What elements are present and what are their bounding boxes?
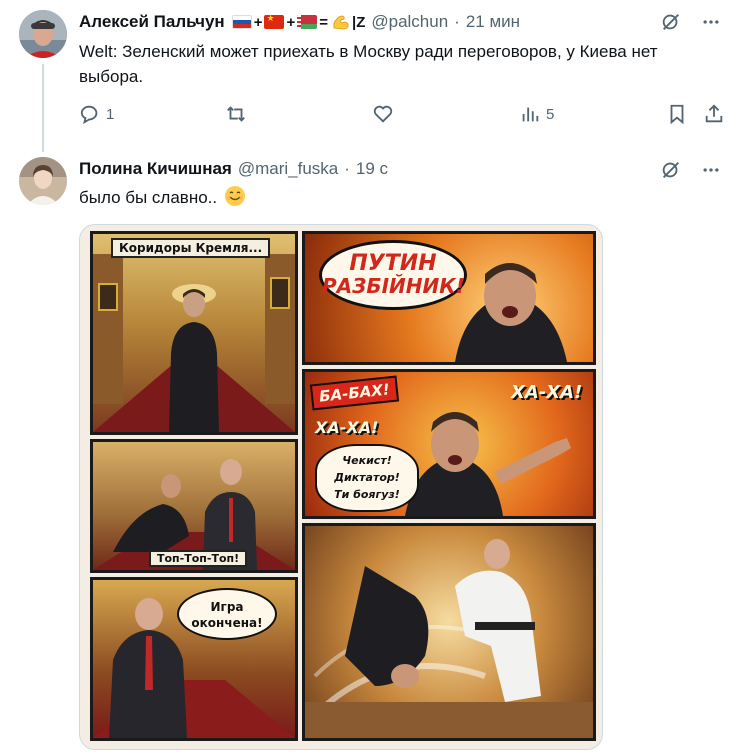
like-icon [373,105,393,123]
views-icon [522,107,539,122]
tweet-1-header: Алексей Пальчун + + = |Z @palchun · 21 м… [79,11,520,33]
author-handle[interactable]: @mari_fuska [238,159,338,179]
panel3-haha-right: ХА-ХА! [511,382,583,403]
tweet-text: было бы славно.. [79,185,719,210]
panel3-haha-left: ХА-ХА! [315,418,379,437]
panel3-speech-line2: Диктатор! [334,471,400,484]
panel3-speech-bubble: Чекист! Диктатор! Ти боягуз! [315,444,419,512]
grok-icon[interactable] [659,158,683,182]
china-flag-icon [264,15,285,29]
flag-separator: + [286,13,296,31]
name-flags: + + = |Z [231,13,366,31]
comic-panel-judo [302,523,596,741]
tweet-time[interactable]: 19 с [356,159,388,179]
panel5-bubble-line1: Игра [210,600,244,614]
like-button[interactable] [372,103,394,125]
panel2-bubble-line2: РАЗБІЙНИК! [322,274,465,298]
avatar-mari-fuska[interactable] [19,157,67,205]
tweet-1-actions: 1 5 [79,103,729,129]
thread-line [42,64,44,152]
author-handle[interactable]: @palchun [371,12,448,32]
flag-separator: + [253,13,263,31]
panel2-bubble-line1: ПУТИН [349,251,437,276]
retweet-button[interactable] [225,103,247,125]
russia-flag-icon [231,15,252,29]
comic-panel-corridor: Коридоры Кремля... [90,231,298,435]
dot-separator: · [344,159,350,178]
panel5-bubble-line2: окончена! [191,616,263,630]
flag-separator: = [319,13,328,31]
more-icon[interactable] [699,158,723,182]
dot-separator: · [454,12,460,31]
share-button[interactable] [703,103,725,125]
bookmark-icon [670,104,684,125]
tweet-1[interactable]: Алексей Пальчун + + = |Z @palchun · 21 м… [0,0,741,152]
comic-panel-game-over: Игра окончена! [90,577,298,741]
views-button[interactable]: 5 [519,103,554,125]
panel3-speech-line1: Чекист! [342,454,392,467]
panel1-caption: Коридоры Кремля... [111,238,271,258]
avatar-palchun[interactable] [19,10,67,58]
comic-panel-shout: ПУТИН РАЗБІЙНИК! [302,231,596,365]
tweet-2-header: Полина Кичишная @mari_fuska · 19 с [79,158,388,180]
panel4-caption: Топ-Топ-Топ! [149,550,248,567]
tweet-2-top-icons [659,158,723,182]
corridor-illustration [93,254,295,432]
tweet-time[interactable]: 21 мин [466,12,520,32]
retweet-icon [227,106,245,122]
more-icon[interactable] [699,10,723,34]
panel5-speech-bubble: Игра окончена! [177,588,277,640]
panel3-speech-line3: Ти боягуз! [334,488,400,501]
reply-count: 1 [106,105,115,123]
author-name[interactable]: Полина Кичишная [79,159,232,179]
author-name[interactable]: Алексей Пальчун [79,12,225,32]
judo-illustration [305,539,593,738]
tweet-text-content: было бы славно.. [79,188,218,207]
share-icon [705,104,723,123]
flexed-biceps-icon [333,15,349,30]
tweet-image-comic[interactable]: Коридоры Кремля... ПУТИН РАЗБІЙНИК! БА-Б… [79,224,603,750]
panel2-speech-bubble: ПУТИН РАЗБІЙНИК! [319,240,467,310]
comic-panel-pointing: БА-БАХ! ХА-ХА! ХА-ХА! Чекист! Диктатор! … [302,369,596,519]
reply-button[interactable]: 1 [79,103,114,125]
views-count: 5 [546,105,555,123]
reply-icon [80,105,98,125]
grok-icon[interactable] [659,10,683,34]
bookmark-button[interactable] [666,103,688,125]
smiling-face-emoji-icon [224,186,245,206]
belarus-flag-icon [297,15,318,29]
name-suffix: |Z [352,13,366,31]
comic-panel-encounter: Топ-Топ-Топ! [90,439,298,573]
tweet-text: Welt: Зеленский может приехать в Москву … [79,42,658,86]
tweet-1-top-icons [659,10,723,34]
